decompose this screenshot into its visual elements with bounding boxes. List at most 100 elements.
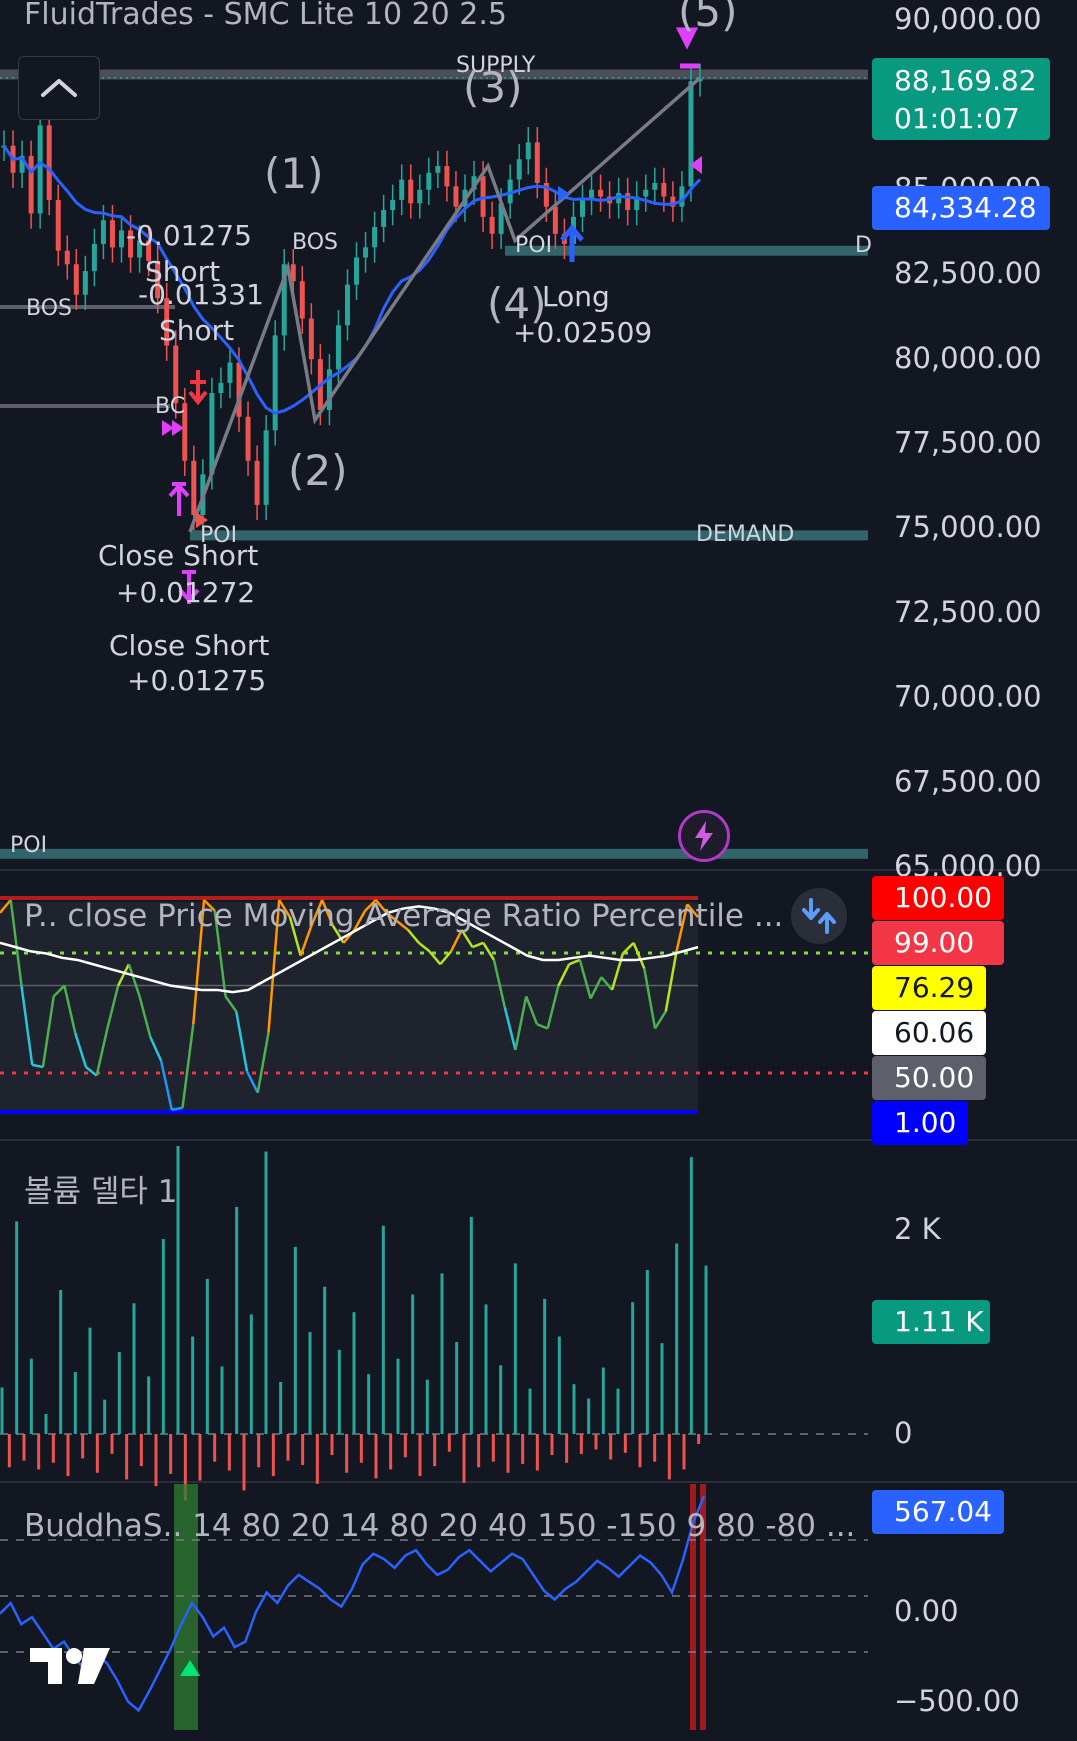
- volume-delta-bar[interactable]: [213, 1434, 217, 1462]
- volume-delta-bar[interactable]: [345, 1434, 349, 1473]
- candle[interactable]: [209, 393, 215, 475]
- volume-delta-bar[interactable]: [249, 1314, 253, 1434]
- candle[interactable]: [109, 220, 115, 248]
- volume-delta-bar[interactable]: [132, 1303, 136, 1434]
- volume-delta-bar[interactable]: [154, 1434, 158, 1487]
- candle[interactable]: [417, 189, 423, 204]
- candle[interactable]: [525, 142, 531, 160]
- volume-delta-bar[interactable]: [381, 1225, 385, 1434]
- volume-delta-bar[interactable]: [425, 1379, 429, 1434]
- volume-delta-bar[interactable]: [191, 1336, 195, 1434]
- volume-delta-bar[interactable]: [0, 1387, 4, 1434]
- volume-delta-bar[interactable]: [359, 1434, 363, 1463]
- volume-delta-bar[interactable]: [110, 1434, 114, 1454]
- candle[interactable]: [408, 179, 414, 204]
- close-short-marker[interactable]: [168, 482, 190, 516]
- volume-delta-bar[interactable]: [37, 1434, 41, 1470]
- volume-delta-bar[interactable]: [279, 1381, 283, 1434]
- buddha-indicator-title[interactable]: BuddhaS.. 14 80 20 14 80 20 40 150 -150 …: [24, 1508, 855, 1544]
- volume-delta-bar[interactable]: [477, 1434, 481, 1468]
- candle[interactable]: [598, 189, 604, 197]
- volume-delta-bar[interactable]: [242, 1434, 246, 1491]
- candle[interactable]: [245, 416, 251, 461]
- candle[interactable]: [381, 210, 387, 228]
- volume-delta-bar[interactable]: [44, 1414, 48, 1434]
- volume-delta-bar[interactable]: [521, 1434, 525, 1464]
- volume-delta-bar[interactable]: [7, 1434, 11, 1468]
- candle[interactable]: [73, 264, 79, 295]
- candle[interactable]: [335, 325, 341, 370]
- volume-delta-bar[interactable]: [220, 1366, 224, 1434]
- candle[interactable]: [28, 155, 34, 214]
- candle[interactable]: [453, 186, 459, 207]
- volume-delta-bar[interactable]: [550, 1434, 554, 1456]
- volume-delta-bar[interactable]: [499, 1365, 503, 1434]
- volume-delta-bar[interactable]: [257, 1434, 261, 1468]
- candle[interactable]: [372, 227, 378, 248]
- volume-delta-bar[interactable]: [301, 1434, 305, 1466]
- volume-delta-bar[interactable]: [469, 1216, 473, 1434]
- candle[interactable]: [263, 430, 269, 505]
- candle[interactable]: [390, 199, 396, 211]
- candle[interactable]: [579, 199, 585, 217]
- candle[interactable]: [426, 172, 432, 190]
- candle[interactable]: [37, 125, 43, 214]
- candle[interactable]: [354, 257, 360, 285]
- volume-delta-bar[interactable]: [125, 1434, 129, 1480]
- volume-delta-bar[interactable]: [73, 1371, 77, 1434]
- volume-delta-bar[interactable]: [88, 1327, 92, 1434]
- candle[interactable]: [227, 362, 233, 383]
- zone-band[interactable]: [505, 245, 868, 256]
- candle[interactable]: [254, 460, 260, 505]
- candle[interactable]: [652, 182, 658, 190]
- volume-delta-bar[interactable]: [660, 1343, 664, 1434]
- volume-delta-bar[interactable]: [616, 1388, 620, 1434]
- candle[interactable]: [299, 281, 305, 319]
- short-entry-marker[interactable]: [188, 370, 208, 406]
- volume-delta-bar[interactable]: [572, 1384, 576, 1434]
- volume-delta-bar[interactable]: [198, 1434, 202, 1481]
- volume-delta-bar[interactable]: [293, 1246, 297, 1434]
- volume-delta-bar[interactable]: [667, 1434, 671, 1480]
- candle[interactable]: [435, 166, 441, 173]
- candle[interactable]: [688, 81, 694, 187]
- volume-delta-bar[interactable]: [491, 1434, 495, 1462]
- candle[interactable]: [444, 166, 450, 187]
- volume-delta-bar[interactable]: [51, 1434, 55, 1463]
- volume-delta-bar[interactable]: [704, 1265, 708, 1434]
- volume-delta-bar[interactable]: [440, 1273, 444, 1434]
- candle[interactable]: [46, 125, 52, 200]
- volume-delta-bar[interactable]: [697, 1434, 701, 1444]
- volume-delta-bar[interactable]: [389, 1434, 393, 1470]
- volume-delta-bar[interactable]: [235, 1206, 239, 1434]
- volume-delta-bar[interactable]: [81, 1434, 85, 1459]
- candle[interactable]: [55, 199, 61, 251]
- volume-delta-bar[interactable]: [565, 1434, 569, 1463]
- candle[interactable]: [191, 460, 197, 516]
- volume-delta-bar[interactable]: [403, 1434, 407, 1458]
- candle[interactable]: [643, 189, 649, 197]
- candle[interactable]: [516, 159, 522, 180]
- volume-delta-bar[interactable]: [513, 1263, 517, 1434]
- candle[interactable]: [552, 206, 558, 234]
- collapse-pane-button[interactable]: [18, 56, 100, 120]
- volume-delta-bar[interactable]: [645, 1270, 649, 1434]
- volume-delta-bar[interactable]: [411, 1294, 415, 1434]
- volume-delta-bar[interactable]: [535, 1434, 539, 1471]
- volume-delta-bar[interactable]: [609, 1434, 613, 1460]
- candle[interactable]: [272, 335, 278, 431]
- volume-delta-bar[interactable]: [103, 1399, 107, 1434]
- volume-delta-bar[interactable]: [367, 1374, 371, 1434]
- volume-delta-bar[interactable]: [682, 1434, 686, 1470]
- volume-delta-bar[interactable]: [22, 1434, 26, 1461]
- candle[interactable]: [344, 284, 350, 326]
- candle[interactable]: [661, 182, 667, 197]
- zone-band[interactable]: [0, 848, 868, 859]
- candle[interactable]: [100, 220, 106, 244]
- volume-delta-bar[interactable]: [433, 1434, 437, 1467]
- candle[interactable]: [363, 247, 369, 258]
- volume-delta-bar[interactable]: [15, 1221, 19, 1434]
- volume-delta-bar[interactable]: [315, 1434, 319, 1484]
- candle[interactable]: [91, 243, 97, 272]
- volume-delta-bar[interactable]: [594, 1434, 598, 1450]
